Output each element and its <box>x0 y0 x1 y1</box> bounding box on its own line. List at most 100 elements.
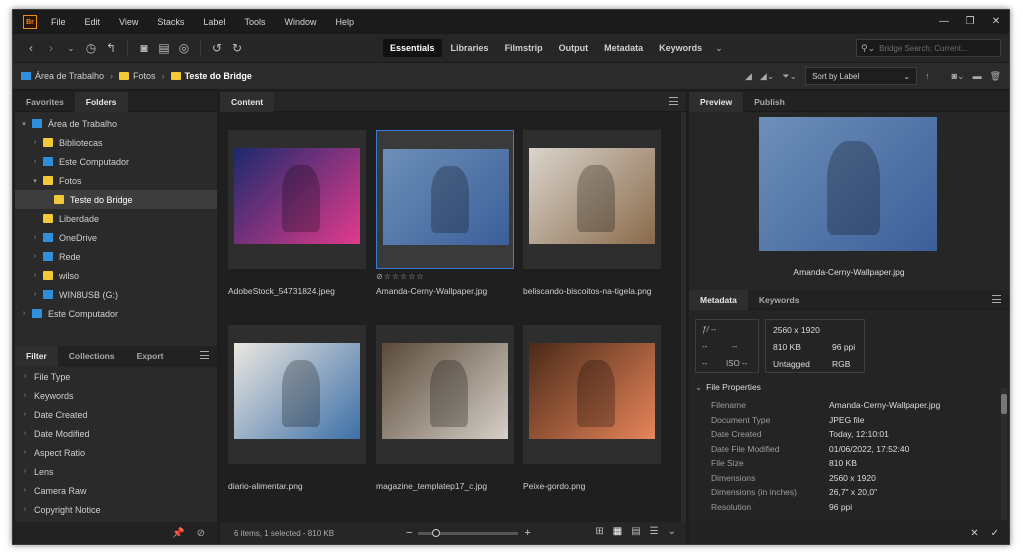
filter-category[interactable]: › Keywords <box>15 386 217 405</box>
search-icon[interactable]: ⚲⌄ <box>861 43 875 54</box>
tab-collections[interactable]: Collections <box>58 346 126 366</box>
menu-help[interactable]: Help <box>335 17 354 27</box>
expand-toggle-icon[interactable]: › <box>30 234 40 241</box>
breadcrumb-current[interactable]: Teste do Bridge <box>170 71 252 81</box>
sort-select[interactable]: Sort by Label ⌄ <box>805 67 918 85</box>
panel-menu-icon[interactable] <box>992 295 1001 303</box>
back-icon[interactable]: ‹ <box>21 41 41 55</box>
content-scrollbar[interactable] <box>681 112 686 522</box>
workspace-metadata[interactable]: Metadata <box>597 39 650 57</box>
thumbnail-size-slider[interactable] <box>418 528 519 537</box>
tab-content[interactable]: Content <box>220 91 275 112</box>
thumbnail-card[interactable] <box>523 130 661 269</box>
grid-lock-icon[interactable]: ⊞ <box>595 526 603 537</box>
thumbnail-card[interactable] <box>228 325 366 464</box>
sort-direction-icon[interactable]: ↑ <box>925 71 930 81</box>
quality-icon[interactable]: ◢ <box>745 71 752 82</box>
breadcrumb-fotos[interactable]: Fotos <box>119 71 156 81</box>
filter-category[interactable]: › File Type <box>15 367 217 386</box>
workspace-essentials[interactable]: Essentials <box>383 39 442 57</box>
rating-stars[interactable]: ⊘☆☆☆☆☆ <box>376 272 425 281</box>
folder-item[interactable]: › WIN8USB (G:) <box>15 285 217 304</box>
tab-export[interactable]: Export <box>126 346 175 366</box>
rotate-left-icon[interactable]: ↺ <box>207 41 227 55</box>
cancel-icon[interactable]: ✕ <box>970 528 978 539</box>
panel-menu-icon[interactable] <box>669 97 678 105</box>
open-in-camera-raw-icon[interactable]: ◎ <box>174 41 194 55</box>
zoom-out-icon[interactable]: − <box>406 527 412 539</box>
menu-file[interactable]: File <box>51 17 66 27</box>
restore-icon[interactable]: ❐ <box>963 14 977 28</box>
tab-keywords[interactable]: Keywords <box>748 290 811 310</box>
filter-category[interactable]: › Lens <box>15 462 217 481</box>
folder-item[interactable]: › Bibliotecas <box>15 133 217 152</box>
tab-folders[interactable]: Folders <box>74 91 128 112</box>
tab-filter[interactable]: Filter <box>15 345 58 366</box>
new-folder-icon[interactable]: ▬ <box>973 71 982 81</box>
menu-stacks[interactable]: Stacks <box>157 17 184 27</box>
tab-favorites[interactable]: Favorites <box>15 92 75 112</box>
dropdown-chevron-icon[interactable]: ⌄ <box>61 44 81 53</box>
filter-items-icon[interactable]: ⏷⌄ <box>782 71 797 82</box>
pin-icon[interactable]: 📌 <box>172 528 184 539</box>
preview-image[interactable] <box>759 117 937 251</box>
workspace-more-icon[interactable]: ⌄ <box>715 43 723 54</box>
filter-category[interactable]: › Date Modified <box>15 424 217 443</box>
tab-metadata[interactable]: Metadata <box>689 289 748 310</box>
folder-item[interactable]: › OneDrive <box>15 228 217 247</box>
tab-preview[interactable]: Preview <box>689 91 744 112</box>
tab-publish[interactable]: Publish <box>743 92 796 112</box>
thumbnail-image[interactable] <box>382 343 508 439</box>
camera-get-photos-icon[interactable]: ◙ <box>134 41 154 55</box>
folder-item[interactable]: › wilso <box>15 266 217 285</box>
expand-toggle-icon[interactable]: ▾ <box>19 120 29 128</box>
thumbnail-image[interactable] <box>234 343 360 439</box>
thumbnail-card[interactable] <box>376 325 514 464</box>
breadcrumb-desktop[interactable]: Área de Trabalho <box>21 71 104 81</box>
workspace-keywords[interactable]: Keywords <box>652 39 709 57</box>
rating-filter-icon[interactable]: ◢⌄ <box>760 71 774 82</box>
workspace-libraries[interactable]: Libraries <box>444 39 496 57</box>
menu-label[interactable]: Label <box>203 17 225 27</box>
apply-icon[interactable]: ✓ <box>991 528 999 539</box>
refine-icon[interactable]: ▤ <box>154 41 174 55</box>
menu-tools[interactable]: Tools <box>244 17 265 27</box>
folder-item[interactable]: Teste do Bridge <box>15 190 217 209</box>
scrollbar-thumb[interactable] <box>1001 394 1007 414</box>
thumbnail-card[interactable] <box>523 325 661 464</box>
folder-item[interactable]: Liberdade <box>15 209 217 228</box>
folder-item[interactable]: › Este Computador <box>15 304 217 323</box>
property-value[interactable]: 96 ppi <box>829 502 852 512</box>
filter-category[interactable]: › Aspect Ratio <box>15 443 217 462</box>
filter-category[interactable]: › Date Created <box>15 405 217 424</box>
expand-toggle-icon[interactable]: ▾ <box>30 177 40 185</box>
forward-icon[interactable]: › <box>41 41 61 55</box>
property-value[interactable]: Today, 12:10:01 <box>829 429 889 439</box>
menu-view[interactable]: View <box>119 17 138 27</box>
folder-item[interactable]: › Este Computador <box>15 152 217 171</box>
clear-filter-icon[interactable]: ⊘ <box>197 528 205 539</box>
view-details-icon[interactable]: ▤ <box>631 526 640 537</box>
property-value[interactable]: 01/06/2022, 17:52:40 <box>829 444 909 454</box>
thumbnail-card[interactable] <box>376 130 514 269</box>
property-value[interactable]: Amanda-Cerny-Wallpaper.jpg <box>829 400 940 410</box>
expand-toggle-icon[interactable]: › <box>30 158 40 165</box>
menu-window[interactable]: Window <box>284 17 316 27</box>
file-properties-header[interactable]: ⌄ File Properties <box>695 382 761 393</box>
workspace-filmstrip[interactable]: Filmstrip <box>498 39 550 57</box>
thumbnail-image[interactable] <box>234 148 360 244</box>
search-input[interactable] <box>879 43 990 53</box>
folder-item[interactable]: ▾ Fotos <box>15 171 217 190</box>
trash-icon[interactable]: 🗑 <box>990 71 1001 82</box>
property-value[interactable]: 26,7" x 20,0" <box>829 487 877 497</box>
view-thumbnails-icon[interactable]: ▦ <box>613 526 622 537</box>
return-to-photoshop-icon[interactable]: ↰ <box>101 41 121 55</box>
expand-toggle-icon[interactable]: › <box>30 139 40 146</box>
close-window-icon[interactable]: ✕ <box>989 14 1003 28</box>
chevron-down-icon[interactable]: ⌄ <box>668 526 676 537</box>
property-value[interactable]: JPEG file <box>829 415 864 425</box>
recent-history-icon[interactable]: ◷ <box>81 41 101 55</box>
filter-category[interactable]: › Copyright Notice <box>15 500 217 519</box>
workspace-output[interactable]: Output <box>552 39 596 57</box>
thumbnail-image[interactable] <box>529 343 655 439</box>
